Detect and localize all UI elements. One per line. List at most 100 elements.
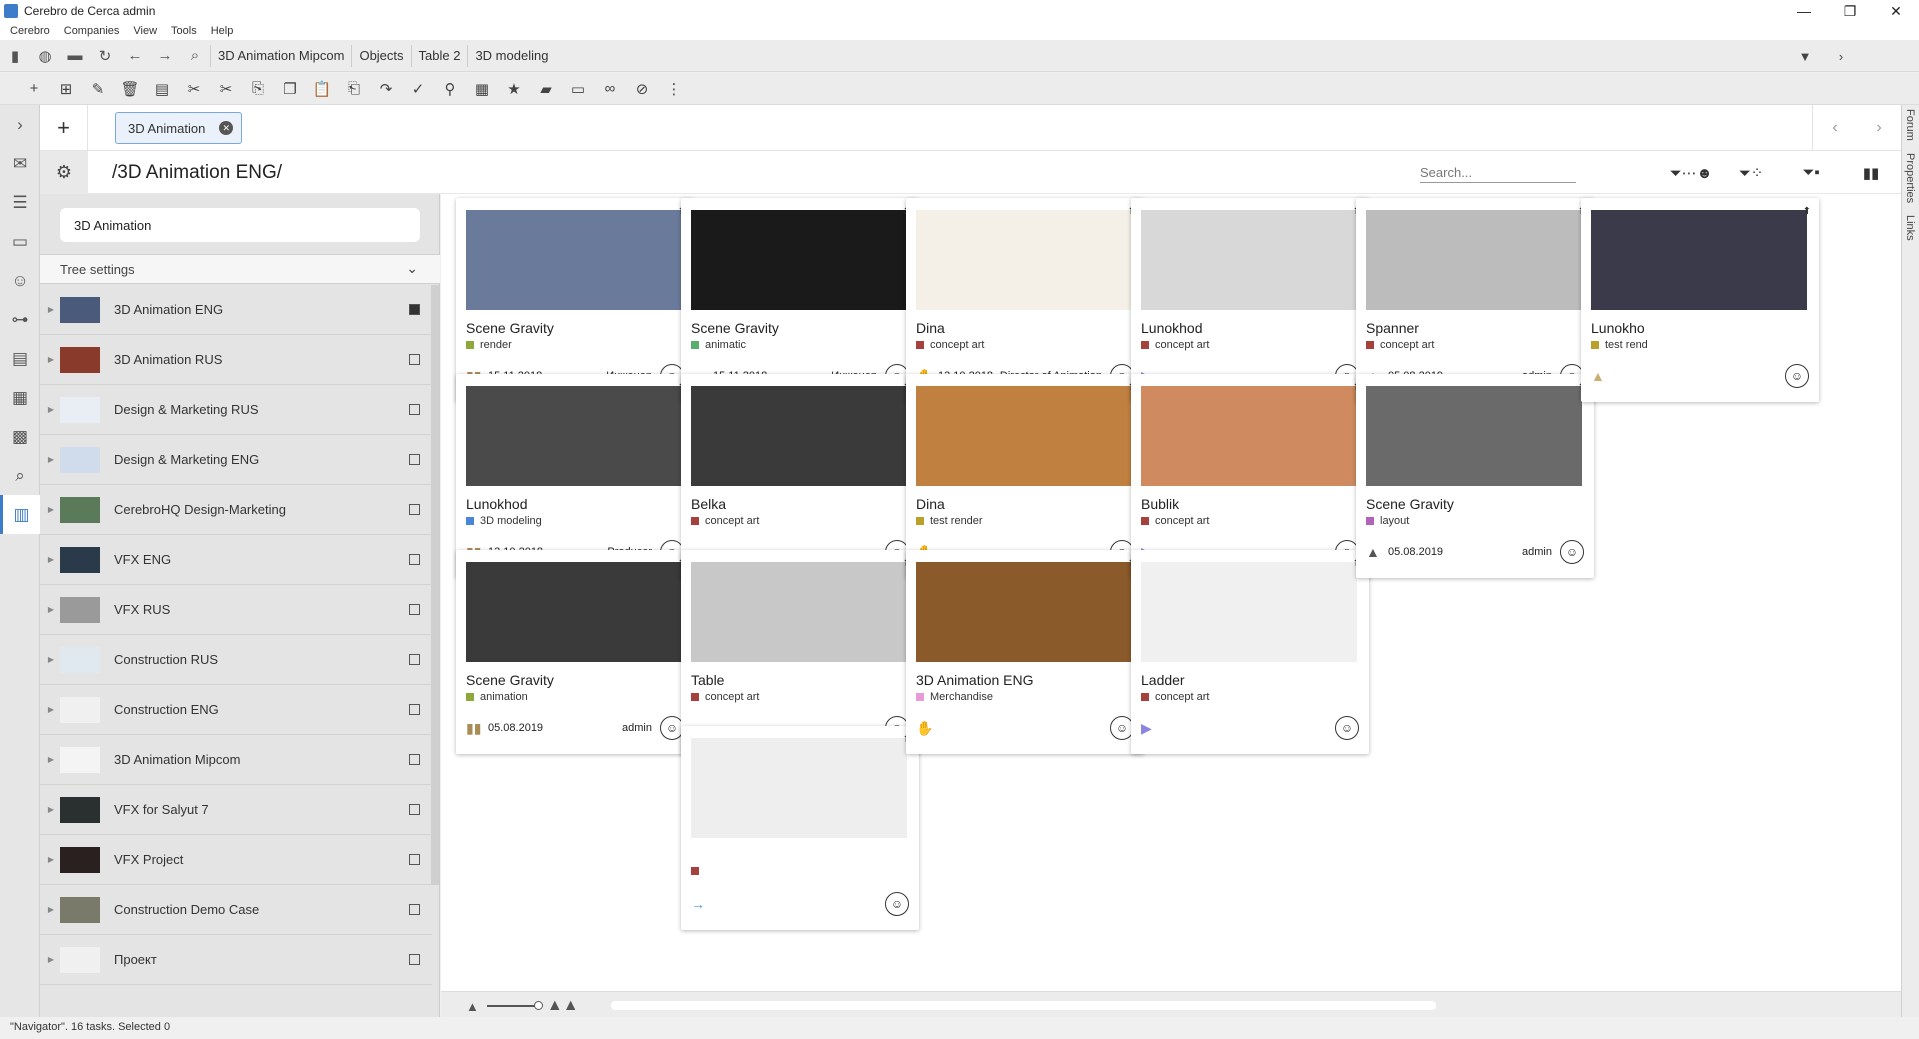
expand-arrow-icon[interactable]: ▶ — [42, 405, 60, 414]
list-icon[interactable]: ▦ — [466, 75, 498, 103]
tree-item[interactable]: ▶ 3D Animation ENG — [40, 285, 432, 335]
tree-item-checkbox[interactable] — [409, 804, 420, 815]
tree-item-checkbox[interactable] — [409, 654, 420, 665]
tree-item[interactable]: ▶ CerebroHQ Design-Marketing — [40, 485, 432, 535]
tree-item-checkbox[interactable] — [409, 304, 420, 315]
breadcrumb-table[interactable]: Table 2 — [410, 44, 468, 67]
avatar[interactable]: ☺ — [1785, 364, 1809, 388]
breadcrumb-modeling[interactable]: 3D modeling — [467, 44, 555, 67]
add-icon[interactable]: + — [18, 75, 50, 103]
tree-item[interactable]: ▶ Design & Marketing ENG — [40, 435, 432, 485]
avatar[interactable]: ☺ — [1335, 716, 1359, 740]
menu-view[interactable]: View — [133, 25, 157, 37]
tree-item[interactable]: ▶ VFX Project — [40, 835, 432, 885]
close-button[interactable]: ✕ — [1873, 0, 1919, 22]
tree-item[interactable]: ▶ VFX ENG — [40, 535, 432, 585]
tree-item-checkbox[interactable] — [409, 704, 420, 715]
expand-arrow-icon[interactable]: ▶ — [42, 505, 60, 514]
add-subtask-icon[interactable]: ⊞ — [50, 75, 82, 103]
cut-link-icon[interactable]: ✂ — [210, 75, 242, 103]
menu-companies[interactable]: Companies — [64, 25, 120, 37]
paste-icon[interactable]: 📋 — [306, 75, 338, 103]
task-card[interactable]: ⬆Ladderconcept art▶☺ — [1131, 550, 1369, 754]
pin-icon[interactable]: ⚲ — [434, 75, 466, 103]
home-icon[interactable]: ▬ — [60, 41, 90, 71]
tree-item-checkbox[interactable] — [409, 354, 420, 365]
hierarchy-icon[interactable]: ⊶ — [0, 300, 40, 339]
expand-arrow-icon[interactable]: ▶ — [42, 555, 60, 564]
task-card[interactable]: ⬆Dinatest render✋☺ — [906, 374, 1144, 578]
archive-icon[interactable]: ▭ — [562, 75, 594, 103]
search-input[interactable]: Search... — [1420, 165, 1576, 183]
task-card[interactable]: ⬆Spannerconcept art▲05.08.2019admin☺ — [1356, 198, 1594, 402]
horizontal-scrollbar[interactable] — [611, 1001, 1436, 1010]
tree-item[interactable]: ▶ Design & Marketing RUS — [40, 385, 432, 435]
pin-icon[interactable]: ⬆ — [1803, 206, 1811, 217]
dropdown-icon[interactable]: ▼ — [1787, 49, 1823, 64]
menu-cerebro[interactable]: Cerebro — [10, 25, 50, 37]
folder-icon[interactable]: ▭ — [0, 222, 40, 261]
link-icon[interactable]: ∞ — [594, 75, 626, 103]
search-icon[interactable]: ⌕ — [180, 41, 210, 71]
back-icon[interactable]: ← — [120, 41, 150, 71]
document-icon[interactable]: ▤ — [0, 339, 40, 378]
task-card[interactable]: ⬆Dinaconcept art✋13.10.2018Director of A… — [906, 198, 1144, 402]
chevron-right-icon[interactable]: › — [1823, 49, 1859, 64]
task-card[interactable]: ⬆Lunokhodconcept art▶☺ — [1131, 198, 1369, 402]
tree-item-checkbox[interactable] — [409, 454, 420, 465]
task-card[interactable]: ⬆Bublikconcept art▶☺ — [1131, 374, 1369, 578]
tree-item[interactable]: ▶ Construction RUS — [40, 635, 432, 685]
search-nav-icon[interactable]: ⌕ — [0, 456, 40, 495]
expand-arrow-icon[interactable]: ▶ — [42, 305, 60, 314]
task-card[interactable]: ⬆Tableconcept art→☺ — [681, 550, 919, 754]
chevron-down-icon[interactable]: ⌄ — [406, 260, 418, 277]
table-icon[interactable]: ▦ — [0, 378, 40, 417]
tree-item[interactable]: ▶ VFX RUS — [40, 585, 432, 635]
cut-icon[interactable]: ✂ — [178, 75, 210, 103]
tab-next-icon[interactable]: › — [1857, 105, 1901, 151]
checklist-icon[interactable]: ☰ — [0, 183, 40, 222]
task-card[interactable]: ⬆Lunokhod3D modeling▮▮13.10.2018Producer… — [456, 374, 694, 578]
tree-item-checkbox[interactable] — [409, 754, 420, 765]
copy-multi-icon[interactable]: ❐ — [274, 75, 306, 103]
breadcrumb-project[interactable]: 3D Animation Mipcom — [210, 44, 351, 67]
tree-scrollbar[interactable] — [431, 285, 439, 885]
kanban-icon[interactable]: ▥ — [0, 495, 40, 534]
redo-icon[interactable]: ↷ — [370, 75, 402, 103]
tab-prev-icon[interactable]: ‹ — [1813, 105, 1857, 151]
tree-item-checkbox[interactable] — [409, 954, 420, 965]
multi-task-icon[interactable]: ▤ — [146, 75, 178, 103]
avatar[interactable]: ☺ — [885, 892, 909, 916]
expand-arrow-icon[interactable]: ▶ — [42, 855, 60, 864]
mail-icon[interactable]: ✉ — [0, 144, 40, 183]
tree-item[interactable]: ▶ 3D Animation Mipcom — [40, 735, 432, 785]
board-view-icon[interactable]: ▮▮ — [1841, 164, 1901, 182]
expand-arrow-icon[interactable]: ▶ — [42, 905, 60, 914]
edit-icon[interactable]: ✎ — [82, 75, 114, 103]
breadcrumb-objects[interactable]: Objects — [351, 44, 410, 67]
expand-icon[interactable]: › — [0, 105, 40, 144]
stack-icon[interactable]: ▰ — [530, 75, 562, 103]
task-card[interactable]: ⬆Scene Gravitylayout▲05.08.2019admin☺ — [1356, 374, 1594, 578]
tree-settings[interactable]: Tree settings ⌄ — [40, 254, 440, 284]
task-card[interactable]: ⬆3D Animation ENGMerchandise✋☺ — [906, 550, 1144, 754]
tree-item-checkbox[interactable] — [409, 604, 420, 615]
menu-help[interactable]: Help — [211, 25, 234, 37]
avatar[interactable]: ☺ — [1560, 540, 1584, 564]
tree-item[interactable]: ▶ Construction ENG — [40, 685, 432, 735]
tree-search-input[interactable]: 3D Animation — [60, 208, 420, 242]
copy-icon[interactable]: ⎘ — [242, 75, 274, 103]
expand-arrow-icon[interactable]: ▶ — [42, 955, 60, 964]
unlink-icon[interactable]: ⊘ — [626, 75, 658, 103]
filter-view-icon[interactable]: ⏷▪ — [1781, 164, 1841, 181]
tree-item-checkbox[interactable] — [409, 504, 420, 515]
close-tab-icon[interactable]: ✕ — [219, 121, 234, 135]
tree-item[interactable]: ▶ VFX for Salyut 7 — [40, 785, 432, 835]
minimize-button[interactable]: — — [1781, 0, 1827, 22]
more-icon[interactable]: ⋮ — [658, 75, 690, 103]
tree-item[interactable]: ▶ 3D Animation RUS — [40, 335, 432, 385]
expand-arrow-icon[interactable]: ▶ — [42, 705, 60, 714]
menu-tools[interactable]: Tools — [171, 25, 197, 37]
users-icon[interactable]: ☺ — [0, 261, 40, 300]
bulb-icon[interactable]: ◍ — [30, 41, 60, 71]
